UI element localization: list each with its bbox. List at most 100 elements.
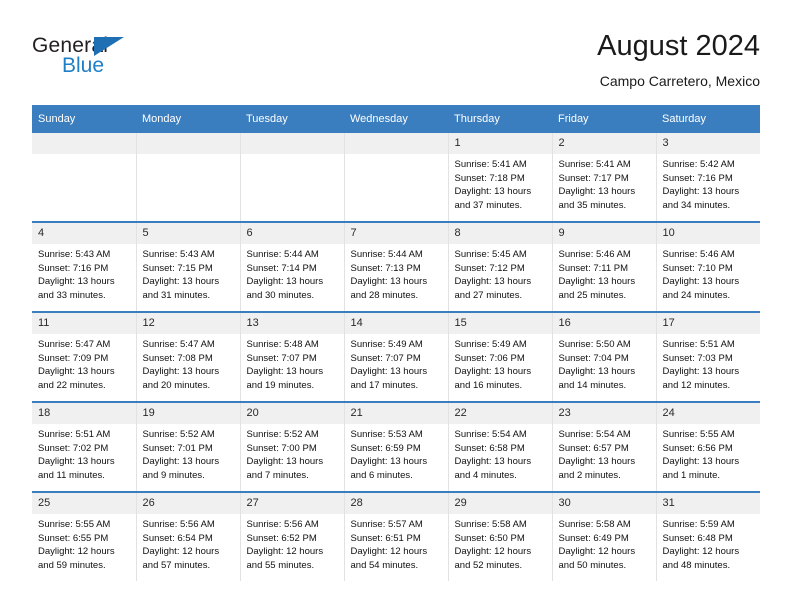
day-cell[interactable]: 23 Sunrise: 5:54 AM Sunset: 6:57 PM Dayligh… xyxy=(552,401,657,492)
day-cell[interactable]: 22 Sunrise: 5:54 AM Sunset: 6:58 PM Dayligh… xyxy=(448,401,553,492)
weekday-header-saturday: Saturday xyxy=(656,105,760,133)
daylight-text-line2: and 30 minutes. xyxy=(246,289,315,301)
daylight-text-line1: Daylight: 13 hours xyxy=(558,186,636,197)
weekday-header-wednesday: Wednesday xyxy=(344,105,448,133)
calendar-head: Sunday Monday Tuesday Wednesday Thursday… xyxy=(32,105,760,133)
daylight-text-line1: Daylight: 13 hours xyxy=(454,366,532,377)
day-number xyxy=(136,133,240,154)
daylight-text-line2: and 55 minutes. xyxy=(246,559,315,571)
sunset-text: Sunset: 7:07 PM xyxy=(246,352,317,364)
daylight-text-line2: and 59 minutes. xyxy=(38,559,106,571)
sunset-text: Sunset: 6:48 PM xyxy=(662,532,733,544)
page-title: August 2024 xyxy=(597,30,760,62)
sunrise-text: Sunrise: 5:46 AM xyxy=(662,249,735,260)
daylight-text-line1: Daylight: 13 hours xyxy=(142,276,220,287)
day-cell[interactable]: 1 Sunrise: 5:41 AM Sunset: 7:18 PM Daylight… xyxy=(448,133,553,222)
sunset-text: Sunset: 6:56 PM xyxy=(662,442,733,454)
day-cell[interactable]: 18 Sunrise: 5:51 AM Sunset: 7:02 PM Dayligh… xyxy=(32,401,137,492)
sunrise-text: Sunrise: 5:56 AM xyxy=(246,519,319,530)
day-number: 23 xyxy=(552,403,656,424)
day-details: Sunrise: 5:52 AM Sunset: 7:01 PM Daylight:… xyxy=(137,424,240,482)
day-cell[interactable]: 30 Sunrise: 5:58 AM Sunset: 6:49 PM Dayligh… xyxy=(552,491,657,581)
day-cell[interactable]: 9 Sunrise: 5:46 AM Sunset: 7:11 PM Daylight… xyxy=(552,221,657,312)
day-cell[interactable]: 7 Sunrise: 5:44 AM Sunset: 7:13 PM Daylight… xyxy=(344,221,449,312)
sunrise-text: Sunrise: 5:56 AM xyxy=(142,519,215,530)
sunrise-text: Sunrise: 5:58 AM xyxy=(558,519,631,530)
sunrise-text: Sunrise: 5:54 AM xyxy=(454,429,527,440)
weekday-header-monday: Monday xyxy=(136,105,240,133)
day-cell[interactable]: 29 Sunrise: 5:58 AM Sunset: 6:50 PM Dayligh… xyxy=(448,491,553,581)
day-cell[interactable]: 12 Sunrise: 5:47 AM Sunset: 7:08 PM Dayligh… xyxy=(136,311,241,402)
daylight-text-line1: Daylight: 12 hours xyxy=(350,546,428,557)
day-cell[interactable]: 17 Sunrise: 5:51 AM Sunset: 7:03 PM Dayligh… xyxy=(656,311,760,402)
day-number: 6 xyxy=(240,223,344,244)
day-number: 17 xyxy=(656,313,760,334)
day-cell[interactable]: 15 Sunrise: 5:49 AM Sunset: 7:06 PM Dayligh… xyxy=(448,311,553,402)
sunrise-text: Sunrise: 5:43 AM xyxy=(38,249,111,260)
day-cell[interactable]: 27 Sunrise: 5:56 AM Sunset: 6:52 PM Dayligh… xyxy=(240,491,345,581)
day-number: 12 xyxy=(136,313,240,334)
day-cell[interactable]: 28 Sunrise: 5:57 AM Sunset: 6:51 PM Dayligh… xyxy=(344,491,449,581)
day-cell[interactable]: 8 Sunrise: 5:45 AM Sunset: 7:12 PM Daylight… xyxy=(448,221,553,312)
sunrise-text: Sunrise: 5:49 AM xyxy=(454,339,527,350)
day-details: Sunrise: 5:44 AM Sunset: 7:13 PM Daylight:… xyxy=(345,244,448,302)
sunset-text: Sunset: 7:16 PM xyxy=(38,262,109,274)
day-cell[interactable]: 5 Sunrise: 5:43 AM Sunset: 7:15 PM Daylight… xyxy=(136,221,241,312)
daylight-text-line2: and 1 minute. xyxy=(662,469,721,481)
general-blue-logo[interactable]: General Blue xyxy=(32,34,232,88)
daylight-text-line2: and 33 minutes. xyxy=(38,289,106,301)
daylight-text-line2: and 12 minutes. xyxy=(662,379,731,391)
day-cell[interactable]: 25 Sunrise: 5:55 AM Sunset: 6:55 PM Dayligh… xyxy=(32,491,137,581)
week-row: 11 Sunrise: 5:47 AM Sunset: 7:09 PM Dayligh… xyxy=(32,311,760,402)
day-cell[interactable]: 2 Sunrise: 5:41 AM Sunset: 7:17 PM Daylight… xyxy=(552,133,657,222)
daylight-text-line2: and 28 minutes. xyxy=(350,289,419,301)
daylight-text-line2: and 37 minutes. xyxy=(454,199,523,211)
day-cell[interactable]: 11 Sunrise: 5:47 AM Sunset: 7:09 PM Dayligh… xyxy=(32,311,137,402)
daylight-text-line1: Daylight: 12 hours xyxy=(454,546,532,557)
daylight-text-line1: Daylight: 13 hours xyxy=(350,456,428,467)
sunset-text: Sunset: 7:03 PM xyxy=(662,352,733,364)
sunset-text: Sunset: 7:12 PM xyxy=(454,262,525,274)
day-number xyxy=(240,133,344,154)
day-cell[interactable]: 6 Sunrise: 5:44 AM Sunset: 7:14 PM Daylight… xyxy=(240,221,345,312)
day-details: Sunrise: 5:52 AM Sunset: 7:00 PM Daylight:… xyxy=(241,424,344,482)
day-number: 3 xyxy=(656,133,760,154)
day-number: 18 xyxy=(32,403,136,424)
sunset-text: Sunset: 7:09 PM xyxy=(38,352,109,364)
sunset-text: Sunset: 6:51 PM xyxy=(350,532,421,544)
day-cell[interactable]: 4 Sunrise: 5:43 AM Sunset: 7:16 PM Daylight… xyxy=(32,221,137,312)
sunrise-text: Sunrise: 5:55 AM xyxy=(38,519,111,530)
day-cell[interactable]: 3 Sunrise: 5:42 AM Sunset: 7:16 PM Daylight… xyxy=(656,133,760,222)
day-cell[interactable]: 19 Sunrise: 5:52 AM Sunset: 7:01 PM Dayligh… xyxy=(136,401,241,492)
day-number: 13 xyxy=(240,313,344,334)
sunrise-text: Sunrise: 5:51 AM xyxy=(662,339,735,350)
page-header: General Blue August 2024 Campo Carretero… xyxy=(32,28,760,98)
sunset-text: Sunset: 6:58 PM xyxy=(454,442,525,454)
day-cell[interactable]: 26 Sunrise: 5:56 AM Sunset: 6:54 PM Dayligh… xyxy=(136,491,241,581)
day-cell[interactable]: 20 Sunrise: 5:52 AM Sunset: 7:00 PM Dayligh… xyxy=(240,401,345,492)
sunrise-text: Sunrise: 5:57 AM xyxy=(350,519,423,530)
daylight-text-line1: Daylight: 13 hours xyxy=(662,186,740,197)
day-number: 26 xyxy=(136,493,240,514)
day-details: Sunrise: 5:41 AM Sunset: 7:17 PM Daylight:… xyxy=(553,154,656,212)
day-cell[interactable]: 13 Sunrise: 5:48 AM Sunset: 7:07 PM Dayligh… xyxy=(240,311,345,402)
day-number: 5 xyxy=(136,223,240,244)
sunset-text: Sunset: 7:06 PM xyxy=(454,352,525,364)
day-cell[interactable]: 21 Sunrise: 5:53 AM Sunset: 6:59 PM Dayligh… xyxy=(344,401,449,492)
day-cell[interactable]: 14 Sunrise: 5:49 AM Sunset: 7:07 PM Dayligh… xyxy=(344,311,449,402)
day-details: Sunrise: 5:45 AM Sunset: 7:12 PM Daylight:… xyxy=(449,244,552,302)
daylight-text-line1: Daylight: 13 hours xyxy=(454,186,532,197)
day-cell-empty xyxy=(344,133,449,222)
day-cell[interactable]: 24 Sunrise: 5:55 AM Sunset: 6:56 PM Dayligh… xyxy=(656,401,760,492)
day-number: 24 xyxy=(656,403,760,424)
sunset-text: Sunset: 7:01 PM xyxy=(142,442,213,454)
day-cell[interactable]: 31 Sunrise: 5:59 AM Sunset: 6:48 PM Dayligh… xyxy=(656,491,760,581)
day-cell[interactable]: 10 Sunrise: 5:46 AM Sunset: 7:10 PM Dayligh… xyxy=(656,221,760,312)
daylight-text-line2: and 27 minutes. xyxy=(454,289,523,301)
day-details: Sunrise: 5:50 AM Sunset: 7:04 PM Daylight:… xyxy=(553,334,656,392)
sunset-text: Sunset: 6:59 PM xyxy=(350,442,421,454)
weekday-header-tuesday: Tuesday xyxy=(240,105,344,133)
day-details: Sunrise: 5:54 AM Sunset: 6:58 PM Daylight:… xyxy=(449,424,552,482)
daylight-text-line2: and 6 minutes. xyxy=(350,469,413,481)
day-cell[interactable]: 16 Sunrise: 5:50 AM Sunset: 7:04 PM Dayligh… xyxy=(552,311,657,402)
